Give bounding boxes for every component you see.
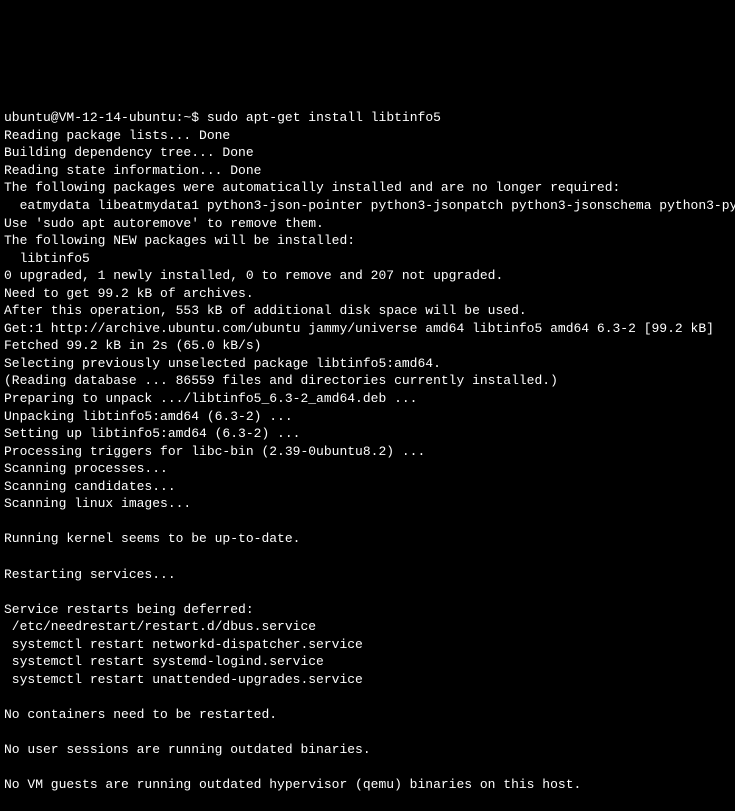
output-line: libtinfo5 [4,250,731,268]
output-line: No containers need to be restarted. [4,706,731,724]
output-line: Selecting previously unselected package … [4,355,731,373]
output-line [4,548,731,566]
output-line: Reading state information... Done [4,162,731,180]
output-line: 0 upgraded, 1 newly installed, 0 to remo… [4,267,731,285]
output-line: (Reading database ... 86559 files and di… [4,372,731,390]
output-line: Reading package lists... Done [4,127,731,145]
output-line [4,759,731,777]
output-line: No user sessions are running outdated bi… [4,741,731,759]
output-line: Service restarts being deferred: [4,601,731,619]
output-line: /etc/needrestart/restart.d/dbus.service [4,618,731,636]
prompt-symbol: $ [191,110,199,125]
output-line: systemctl restart networkd-dispatcher.se… [4,636,731,654]
output-line: Unpacking libtinfo5:amd64 (6.3-2) ... [4,408,731,426]
output-line: Scanning candidates... [4,478,731,496]
output-line: Scanning linux images... [4,495,731,513]
output-line: Use 'sudo apt autoremove' to remove them… [4,215,731,233]
output-line: Need to get 99.2 kB of archives. [4,285,731,303]
output-line [4,583,731,601]
output-line: eatmydata libeatmydata1 python3-json-poi… [4,197,731,215]
output-line [4,513,731,531]
output-line: Preparing to unpack .../libtinfo5_6.3-2_… [4,390,731,408]
output-line [4,688,731,706]
output-line: Fetched 99.2 kB in 2s (65.0 kB/s) [4,337,731,355]
output-lines: Reading package lists... DoneBuilding de… [4,127,731,794]
output-line: systemctl restart unattended-upgrades.se… [4,671,731,689]
output-line: After this operation, 553 kB of addition… [4,302,731,320]
output-line: Running kernel seems to be up-to-date. [4,530,731,548]
output-line: Building dependency tree... Done [4,144,731,162]
output-line: systemctl restart systemd-logind.service [4,653,731,671]
prompt-line: ubuntu@VM-12-14-ubuntu:~$ sudo apt-get i… [4,109,731,127]
terminal-output[interactable]: ubuntu@VM-12-14-ubuntu:~$ sudo apt-get i… [4,74,731,650]
output-line: Get:1 http://archive.ubuntu.com/ubuntu j… [4,320,731,338]
output-line: Setting up libtinfo5:amd64 (6.3-2) ... [4,425,731,443]
prompt-user-host: ubuntu@VM-12-14-ubuntu [4,110,176,125]
output-line [4,723,731,741]
output-line: Processing triggers for libc-bin (2.39-0… [4,443,731,461]
output-line: No VM guests are running outdated hyperv… [4,776,731,794]
output-line: The following NEW packages will be insta… [4,232,731,250]
output-line: Scanning processes... [4,460,731,478]
output-line: Restarting services... [4,566,731,584]
output-line: The following packages were automaticall… [4,179,731,197]
command-text: sudo apt-get install libtinfo5 [207,110,441,125]
